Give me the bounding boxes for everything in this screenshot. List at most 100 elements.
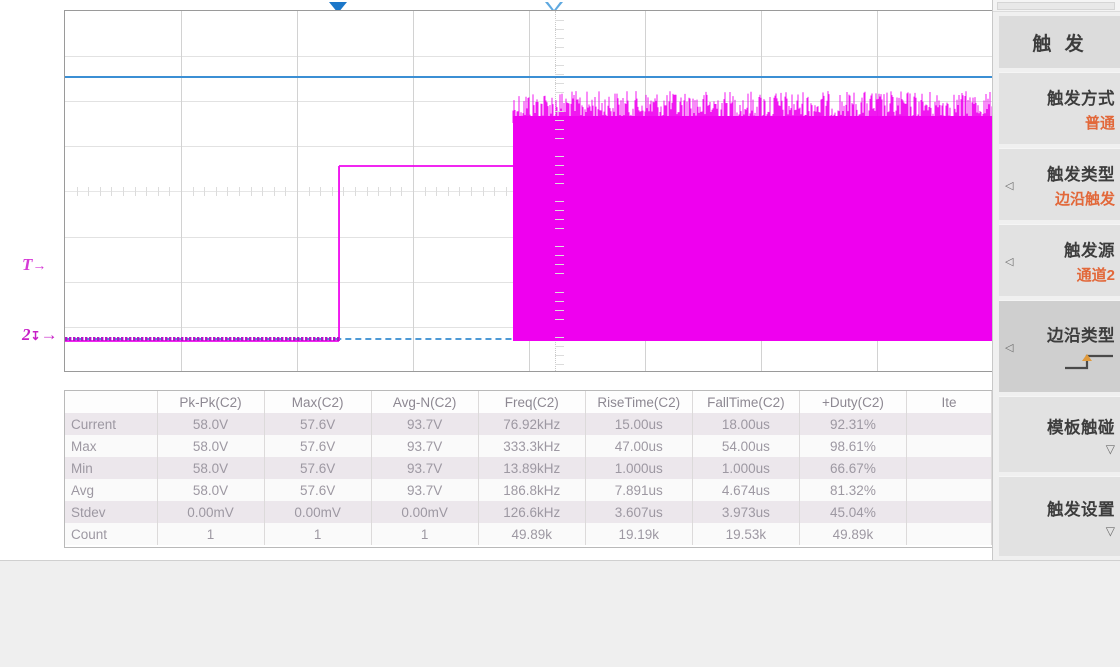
- table-cell: 92.31%: [799, 413, 906, 435]
- trigger-menu-item-4[interactable]: ◁ 边沿类型: [999, 300, 1120, 392]
- table-row-label: Max: [65, 435, 157, 457]
- table-cell: 7.891us: [585, 479, 692, 501]
- channel2-ground-marker[interactable]: 2↧→: [22, 325, 58, 345]
- table-cell: 0.00mV: [157, 501, 264, 523]
- waveform-baseline-trace: [65, 166, 513, 341]
- chevron-left-icon: ◁: [1005, 255, 1013, 268]
- ground-level-icon: ↧: [31, 329, 41, 343]
- trigger-menu-item-label: 触发方式: [1047, 85, 1115, 109]
- waveform-grid[interactable]: [64, 10, 992, 372]
- table-column-header: RiseTime(C2): [585, 391, 692, 413]
- table-cell: 4.674us: [692, 479, 799, 501]
- table-cell: 1.000us: [585, 457, 692, 479]
- table-cell: 57.6V: [264, 413, 371, 435]
- table-column-header: Avg-N(C2): [371, 391, 478, 413]
- table-cell: 58.0V: [157, 479, 264, 501]
- table-row-label: Count: [65, 523, 157, 545]
- trigger-menu-item-3[interactable]: ◁触发源通道2: [999, 224, 1120, 296]
- table-cell: 54.00us: [692, 435, 799, 457]
- table-cell: 1: [157, 523, 264, 545]
- table-column-header: Freq(C2): [478, 391, 585, 413]
- chevron-left-icon: ◁: [1005, 341, 1013, 354]
- table-cell: 66.67%: [799, 457, 906, 479]
- trigger-menu-panel[interactable]: 触 发 触发方式普通◁触发类型边沿触发◁触发源通道2◁边沿类型模板触碰▽触发设置…: [992, 0, 1120, 560]
- oscilloscope-screen: T→ 2↧→ Pk-Pk(C2)Max(C2)Avg-N(C2)Freq(C2)…: [0, 0, 1120, 667]
- table-cell: 1: [371, 523, 478, 545]
- trigger-menu-item-1[interactable]: 触发方式普通: [999, 72, 1120, 144]
- table-row[interactable]: Current58.0V57.6V93.7V76.92kHz15.00us18.…: [65, 413, 992, 435]
- trigger-panel-title: 触 发: [999, 16, 1120, 68]
- table-row-label: Avg: [65, 479, 157, 501]
- table-cell: 47.00us: [585, 435, 692, 457]
- panel-scrollbar-thumb[interactable]: [997, 2, 1115, 10]
- table-header-row: Pk-Pk(C2)Max(C2)Avg-N(C2)Freq(C2)RiseTim…: [65, 391, 992, 413]
- rising-edge-icon: [1063, 350, 1115, 372]
- chevron-down-icon: ▽: [1106, 442, 1115, 456]
- panel-scrollbar[interactable]: [993, 0, 1120, 12]
- table-cell: 57.6V: [264, 479, 371, 501]
- table-cell: [907, 435, 992, 457]
- table-cell: [907, 457, 992, 479]
- table-row-label: Stdev: [65, 501, 157, 523]
- table-column-header: Pk-Pk(C2): [157, 391, 264, 413]
- table-cell: 93.7V: [371, 479, 478, 501]
- table-cell: [907, 501, 992, 523]
- table-cell: 58.0V: [157, 413, 264, 435]
- trigger-menu-item-5[interactable]: 模板触碰▽: [999, 396, 1120, 472]
- table-cell: 18.00us: [692, 413, 799, 435]
- channel2-marker-arrow-icon: →: [41, 325, 58, 344]
- table-cell: 15.00us: [585, 413, 692, 435]
- table-cell: 98.61%: [799, 435, 906, 457]
- table-cell: 126.6kHz: [478, 501, 585, 523]
- chevron-left-icon: ◁: [1005, 179, 1013, 192]
- table-row[interactable]: Count11149.89k19.19k19.53k49.89k: [65, 523, 992, 545]
- table-column-header: Max(C2): [264, 391, 371, 413]
- trigger-menu-item-label: 触发类型: [1047, 161, 1115, 185]
- table-cell: 57.6V: [264, 435, 371, 457]
- scope-display-area[interactable]: T→ 2↧→ Pk-Pk(C2)Max(C2)Avg-N(C2)Freq(C2)…: [0, 0, 992, 560]
- table-cell: 93.7V: [371, 457, 478, 479]
- table-cell: [907, 413, 992, 435]
- table-row[interactable]: Avg58.0V57.6V93.7V186.8kHz7.891us4.674us…: [65, 479, 992, 501]
- table-cell: 0.00mV: [371, 501, 478, 523]
- table-row[interactable]: Stdev0.00mV0.00mV0.00mV126.6kHz3.607us3.…: [65, 501, 992, 523]
- channel2-waveform: [65, 11, 992, 372]
- trigger-level-marker-label: T: [22, 255, 32, 274]
- trigger-menu-item-label: 触发设置: [1047, 496, 1115, 520]
- trigger-menu-item-2[interactable]: ◁ 触发类型边沿触发: [999, 148, 1120, 220]
- table-cell: 49.89k: [478, 523, 585, 545]
- table-cell: 1: [264, 523, 371, 545]
- table-cell: 45.04%: [799, 501, 906, 523]
- table-cell: 76.92kHz: [478, 413, 585, 435]
- table-cell: [907, 479, 992, 501]
- table-cell: 93.7V: [371, 413, 478, 435]
- chevron-down-icon: ▽: [1106, 524, 1115, 538]
- table-cell: 58.0V: [157, 457, 264, 479]
- table-cell: 93.7V: [371, 435, 478, 457]
- table-cell: 57.6V: [264, 457, 371, 479]
- trigger-menu-item-value: 边沿触发: [1055, 188, 1115, 209]
- table-cell: [907, 523, 992, 545]
- trigger-menu-item-6[interactable]: 触发设置 ▽: [999, 476, 1120, 556]
- trigger-level-marker[interactable]: T→: [22, 255, 46, 275]
- table-row-label: Current: [65, 413, 157, 435]
- table-column-header: Ite: [907, 391, 992, 413]
- table-column-header: FallTime(C2): [692, 391, 799, 413]
- table-cell: 0.00mV: [264, 501, 371, 523]
- table-row[interactable]: Min58.0V57.6V93.7V13.89kHz1.000us1.000us…: [65, 457, 992, 479]
- waveform-burst-region: [513, 91, 992, 341]
- table-cell: 81.32%: [799, 479, 906, 501]
- trigger-menu-item-label: 边沿类型: [1047, 322, 1115, 346]
- table-cell: 1.000us: [692, 457, 799, 479]
- table-row[interactable]: Max58.0V57.6V93.7V333.3kHz47.00us54.00us…: [65, 435, 992, 457]
- measurement-table[interactable]: Pk-Pk(C2)Max(C2)Avg-N(C2)Freq(C2)RiseTim…: [64, 390, 992, 548]
- table-cell: 19.53k: [692, 523, 799, 545]
- trigger-menu-item-label: 触发源: [1064, 237, 1115, 261]
- table-cell: 3.607us: [585, 501, 692, 523]
- table-column-header: +Duty(C2): [799, 391, 906, 413]
- table-cell: 3.973us: [692, 501, 799, 523]
- status-bar: R 1 – - - - - Closed -:- - - 2 10.0V/div…: [0, 560, 1120, 667]
- channel2-marker-label: 2: [22, 325, 31, 344]
- table-cell: 19.19k: [585, 523, 692, 545]
- table-column-header: [65, 391, 157, 413]
